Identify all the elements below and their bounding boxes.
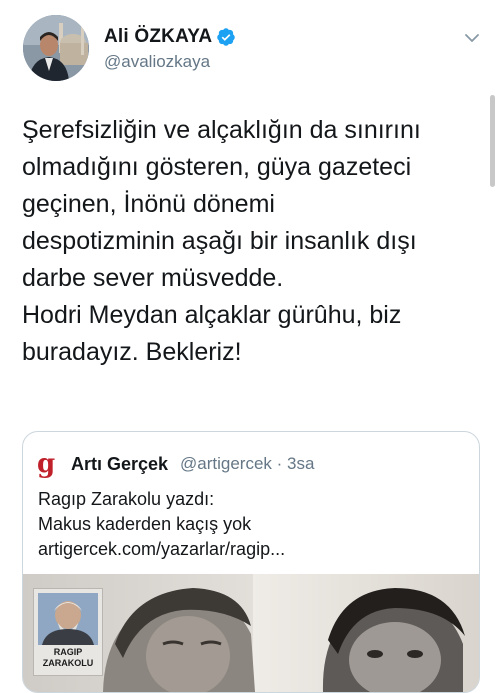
tweet-text-line: Hodri Meydan alçaklar gürûhu, biz [22,301,402,329]
tweet-text: Şerefsizliğin ve alçaklığın da sınırını … [22,112,482,371]
tweet: Ali ÖZKAYA @avaliozkaya Şerefsizliğin ve… [0,0,500,693]
tweet-text-line: despotizminin aşağı bir insanlık dışı [22,227,417,255]
author-name[interactable]: Ali ÖZKAYA [104,26,212,48]
quoted-article-image[interactable]: RAGIP ZARAKOLU [23,574,479,692]
tweet-text-line: geçinen, İnönü dönemi [22,190,275,218]
author-avatar[interactable] [23,15,89,81]
quoted-tweet-text: Ragıp Zarakolu yazdı: Makus kaderden kaç… [38,487,285,562]
arti-gercek-logo-icon: g [37,449,56,479]
tweet-text-line: olmadığını gösteren, güya gazeteci [22,153,412,181]
quoted-text-line: Makus kaderden kaçış yok [38,514,252,534]
quoted-link[interactable]: artigercek.com/yazarlar/ragip... [38,537,285,562]
columnist-name: RAGIP ZARAKOLU [42,647,94,668]
columnist-photo [38,593,98,645]
quoted-author-handle-time: @artigercek · 3sa [180,454,315,473]
tweet-text-line: darbe sever müsvedde. [22,264,284,292]
chevron-down-icon[interactable] [462,28,482,48]
verified-badge-icon [217,28,235,46]
author-handle[interactable]: @avaliozkaya [104,52,210,72]
scrollbar[interactable] [490,95,495,187]
columnist-badge: RAGIP ZARAKOLU [33,588,103,676]
tweet-text-line: buradayız. Bekleriz! [22,338,242,366]
quoted-tweet-card[interactable]: g Artı Gerçek @artigercek · 3sa Ragıp Za… [22,431,480,693]
tweet-text-line: Şerefsizliğin ve alçaklığın da sınırını [22,116,421,144]
quoted-text-line: Ragıp Zarakolu yazdı: [38,489,215,509]
quoted-author-name: Artı Gerçek [71,454,169,474]
